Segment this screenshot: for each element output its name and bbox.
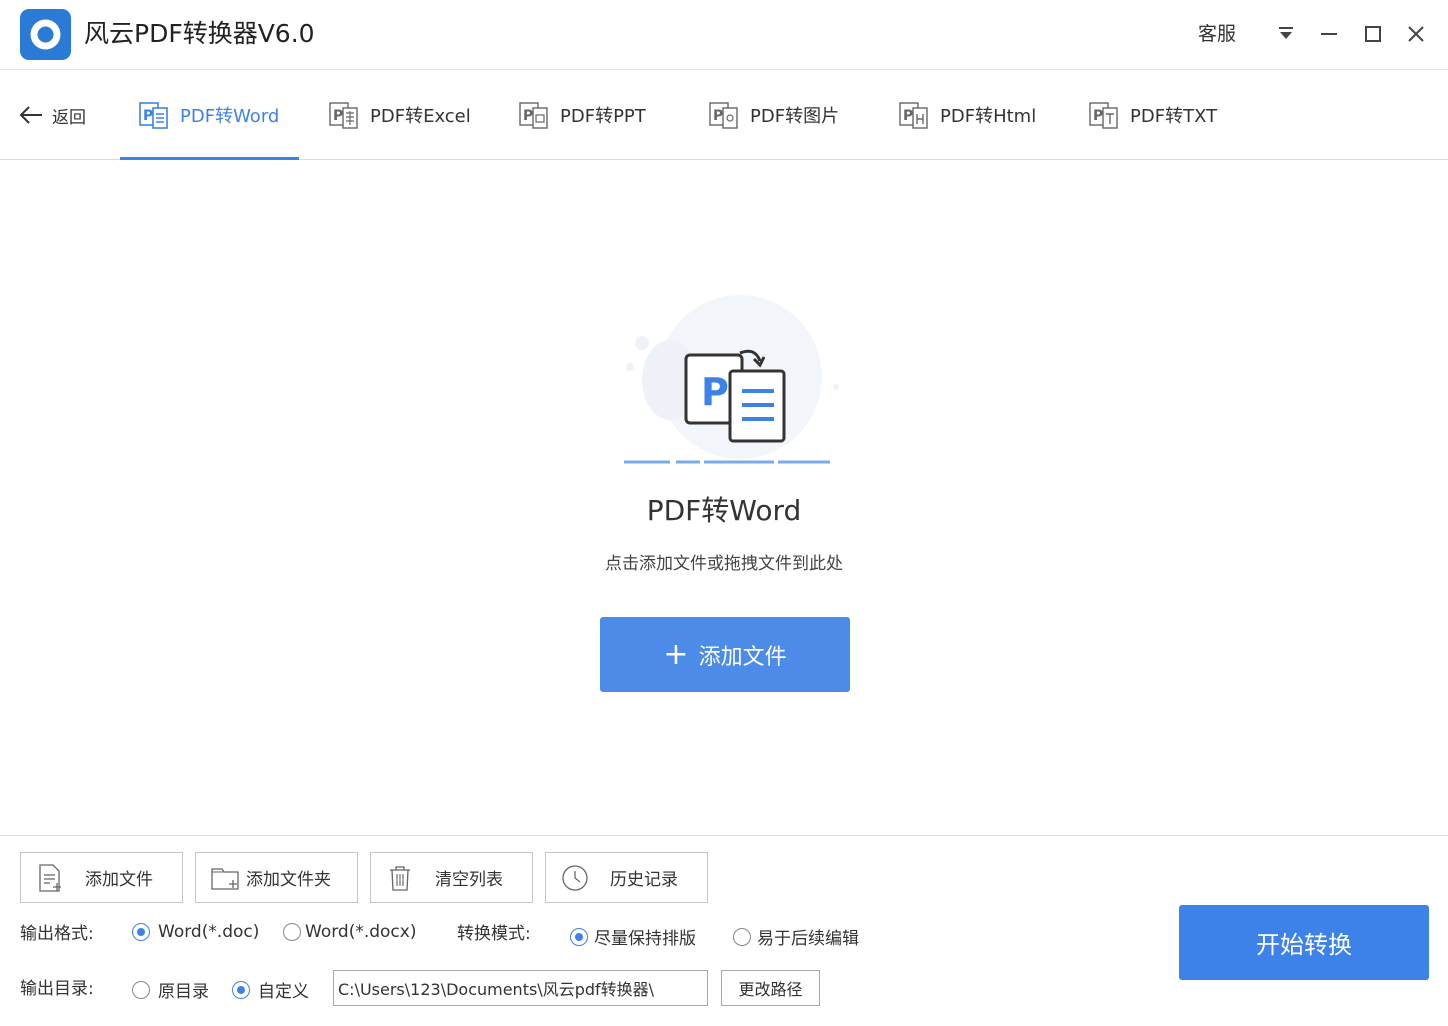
start-convert-button[interactable]: 开始转换 bbox=[1179, 905, 1429, 980]
tab-label: PDF转TXT bbox=[1130, 106, 1218, 127]
radio-dot bbox=[132, 980, 150, 999]
add-file-main-label: 添加文件 bbox=[698, 644, 787, 670]
history-button[interactable]: 历史记录 bbox=[545, 852, 708, 903]
svg-text:P: P bbox=[143, 108, 153, 124]
pdf-html-icon: P bbox=[899, 102, 928, 129]
tab-pdf-to-excel[interactable]: P PDF转Excel bbox=[328, 70, 471, 160]
svg-text:P: P bbox=[1093, 108, 1103, 124]
drop-hint: 点击添加文件或拖拽文件到此处 bbox=[605, 554, 843, 574]
file-drop-zone[interactable]: P PDF转Word 点击添加文件或拖拽文件到此处 + 添加文件 bbox=[0, 160, 1448, 835]
trash-icon bbox=[390, 865, 410, 891]
maximize-icon[interactable] bbox=[1359, 20, 1387, 48]
minimize-icon[interactable] bbox=[1315, 20, 1343, 48]
add-file-label: 添加文件 bbox=[85, 870, 153, 890]
tab-pdf-to-html[interactable]: P PDF转Html bbox=[898, 70, 1036, 160]
tab-label: PDF转Excel bbox=[370, 106, 471, 127]
tab-pdf-to-ppt[interactable]: P PDF转PPT bbox=[518, 70, 646, 160]
clear-list-button[interactable]: 清空列表 bbox=[370, 852, 533, 903]
add-folder-label: 添加文件夹 bbox=[246, 870, 331, 890]
mode-easy-edit-label: 易于后续编辑 bbox=[757, 929, 859, 949]
pdf-word-icon: P bbox=[139, 102, 168, 129]
dir-original-radio[interactable]: 原目录 bbox=[132, 977, 209, 1002]
plus-icon: + bbox=[663, 636, 689, 672]
svg-text:P: P bbox=[903, 108, 913, 124]
svg-text:P: P bbox=[701, 370, 729, 414]
radio-dot bbox=[283, 923, 301, 941]
tab-label: PDF转PPT bbox=[560, 106, 646, 127]
pdf-image-icon: P bbox=[709, 102, 738, 129]
menu-dropdown-icon[interactable] bbox=[1272, 20, 1300, 48]
add-file-main-button[interactable]: + 添加文件 bbox=[600, 617, 850, 692]
pdf-to-word-illustration-icon: P bbox=[624, 295, 839, 464]
svg-text:P: P bbox=[333, 108, 343, 124]
history-label: 历史记录 bbox=[610, 870, 678, 890]
output-path-input[interactable] bbox=[333, 970, 708, 1006]
app-title: 风云PDF转换器V6.0 bbox=[84, 19, 315, 48]
svg-text:P: P bbox=[713, 108, 723, 124]
tab-pdf-to-txt[interactable]: P PDF转TXT bbox=[1088, 70, 1217, 160]
add-folder-button[interactable]: 添加文件夹 bbox=[195, 852, 358, 903]
customer-service-button[interactable]: 客服 bbox=[1198, 20, 1236, 48]
conversion-nav: 返回 P PDF转Word P PDF转Excel P PDF转PPT P PD… bbox=[0, 70, 1448, 161]
tab-label: PDF转Word bbox=[180, 106, 280, 127]
tab-label: PDF转Html bbox=[940, 106, 1037, 127]
tab-pdf-to-word[interactable]: P PDF转Word bbox=[119, 70, 300, 161]
dir-custom-label: 自定义 bbox=[258, 982, 309, 1002]
radio-dot bbox=[232, 980, 250, 999]
back-button[interactable]: 返回 bbox=[18, 100, 86, 130]
tab-label: PDF转图片 bbox=[750, 106, 840, 127]
mode-keep-layout-label: 尽量保持排版 bbox=[594, 929, 696, 949]
radio-dot bbox=[733, 927, 751, 946]
app-logo-icon bbox=[20, 9, 71, 60]
output-format-label: 输出格式: bbox=[20, 924, 94, 944]
pdf-txt-icon: P bbox=[1089, 102, 1118, 129]
radio-dot bbox=[570, 927, 588, 946]
mode-easy-edit-radio[interactable]: 易于后续编辑 bbox=[733, 924, 859, 949]
change-path-button[interactable]: 更改路径 bbox=[721, 970, 820, 1006]
add-folder-icon bbox=[211, 867, 239, 890]
clear-list-label: 清空列表 bbox=[435, 870, 503, 890]
bottom-panel: 添加文件 添加文件夹 清空列表 历史记录 输出格式: Word(*.doc) W… bbox=[0, 835, 1448, 1026]
dir-custom-radio[interactable]: 自定义 bbox=[232, 977, 309, 1002]
main-title: PDF转Word bbox=[646, 494, 802, 527]
add-file-icon bbox=[39, 863, 61, 892]
pdf-excel-icon: P bbox=[329, 102, 358, 129]
close-icon[interactable] bbox=[1402, 20, 1430, 48]
conversion-mode-label: 转换模式: bbox=[457, 924, 531, 944]
format-doc-radio[interactable]: Word(*.doc) bbox=[132, 922, 259, 942]
arrow-left-icon bbox=[19, 106, 42, 124]
title-bar: 风云PDF转换器V6.0 客服 bbox=[0, 0, 1448, 70]
add-file-button[interactable]: 添加文件 bbox=[20, 852, 183, 903]
dir-original-label: 原目录 bbox=[158, 982, 209, 1002]
format-docx-radio[interactable]: Word(*.docx) bbox=[283, 922, 416, 942]
format-docx-label: Word(*.docx) bbox=[305, 922, 417, 942]
pdf-ppt-icon: P bbox=[519, 102, 548, 129]
mode-keep-layout-radio[interactable]: 尽量保持排版 bbox=[570, 924, 696, 949]
output-dir-label: 输出目录: bbox=[20, 979, 94, 999]
tab-pdf-to-image[interactable]: P PDF转图片 bbox=[708, 70, 839, 160]
back-label: 返回 bbox=[52, 107, 86, 128]
clock-icon bbox=[562, 864, 588, 891]
radio-dot bbox=[132, 923, 150, 941]
format-doc-label: Word(*.doc) bbox=[158, 922, 260, 942]
svg-text:P: P bbox=[523, 108, 533, 124]
